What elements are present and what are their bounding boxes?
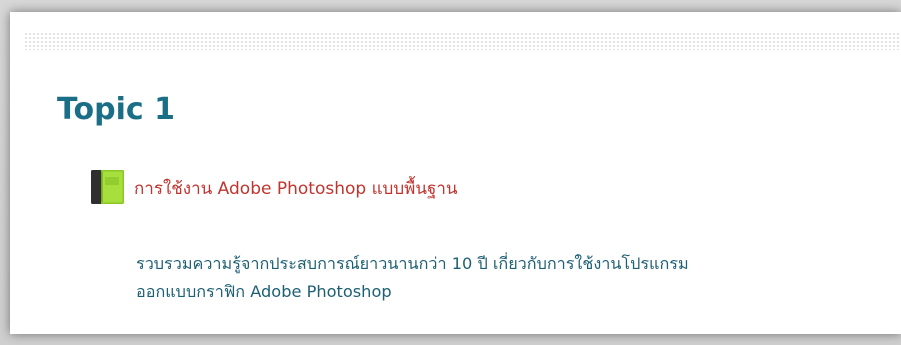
resource-item[interactable]: การใช้งาน Adobe Photoshop แบบพื้นฐาน (90, 168, 458, 206)
section-divider (24, 32, 901, 50)
resource-link[interactable]: การใช้งาน Adobe Photoshop แบบพื้นฐาน (134, 180, 458, 198)
section-title: Topic 1 (57, 92, 175, 127)
description-line-2: ออกแบบกราฟิก Adobe Photoshop (136, 282, 392, 301)
resource-description: รวบรวมความรู้จากประสบการณ์ยาวนานกว่า 10 … (136, 250, 876, 306)
description-line-1: รวบรวมความรู้จากประสบการณ์ยาวนานกว่า 10 … (136, 254, 689, 273)
book-icon (90, 168, 126, 206)
course-section-panel: Topic 1 การใช้งาน Adobe Photoshop แบบพื้… (10, 12, 901, 334)
